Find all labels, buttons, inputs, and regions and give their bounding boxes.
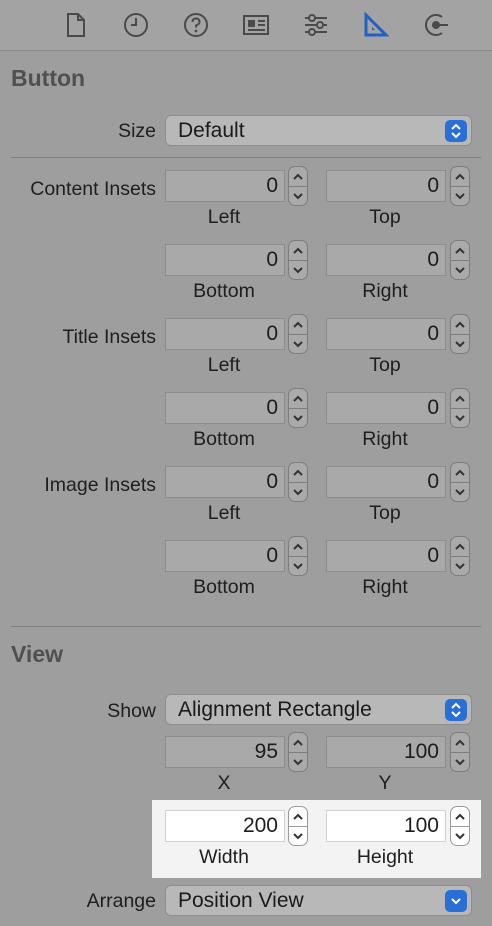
- content-insets-top-field[interactable]: 0: [326, 170, 446, 202]
- width-field[interactable]: 200: [165, 810, 285, 842]
- title-insets-left-caption: Left: [207, 354, 241, 376]
- title-insets-left-stepper[interactable]: [288, 314, 308, 354]
- image-insets-top-caption: Top: [369, 502, 401, 524]
- height-caption: Height: [356, 846, 414, 868]
- content-insets-bottom-caption: Bottom: [193, 280, 255, 302]
- content-insets-right-caption: Right: [362, 280, 408, 302]
- show-label: Show: [107, 700, 156, 722]
- arrange-popup-value: Position View: [178, 889, 304, 912]
- arrange-popup[interactable]: Position View: [165, 885, 472, 916]
- view-section-title: View: [11, 641, 63, 667]
- title-insets-label: Title Insets: [62, 326, 156, 348]
- section-divider: [11, 157, 481, 158]
- chevron-updown-icon: [445, 699, 467, 721]
- image-insets-bottom-field[interactable]: 0: [165, 540, 285, 572]
- title-insets-bottom-stepper[interactable]: [288, 388, 308, 428]
- title-insets-top-stepper[interactable]: [450, 314, 470, 354]
- content-insets-bottom-stepper[interactable]: [288, 240, 308, 280]
- y-stepper[interactable]: [450, 732, 470, 772]
- content-insets-right-field[interactable]: 0: [326, 244, 446, 276]
- content-insets-top-stepper[interactable]: [450, 166, 470, 206]
- file-icon[interactable]: [62, 11, 90, 39]
- content-insets-left-caption: Left: [207, 206, 241, 228]
- content-insets-top-caption: Top: [369, 206, 401, 228]
- image-insets-right-stepper[interactable]: [450, 536, 470, 576]
- image-insets-top-field[interactable]: 0: [326, 466, 446, 498]
- size-inspector-panel: Button Size Default Content Insets 0 Lef…: [0, 0, 492, 926]
- button-section-title: Button: [11, 65, 86, 91]
- y-field[interactable]: 100: [326, 736, 446, 768]
- image-insets-left-caption: Left: [207, 502, 241, 524]
- image-insets-label: Image Insets: [44, 474, 156, 496]
- content-insets-left-field[interactable]: 0: [165, 170, 285, 202]
- title-insets-right-stepper[interactable]: [450, 388, 470, 428]
- chevron-down-icon: [445, 890, 467, 912]
- size-popup-value: Default: [178, 119, 245, 142]
- title-insets-top-field[interactable]: 0: [326, 318, 446, 350]
- help-icon[interactable]: [182, 11, 210, 39]
- title-insets-right-field[interactable]: 0: [326, 392, 446, 424]
- image-insets-right-field[interactable]: 0: [326, 540, 446, 572]
- image-insets-right-caption: Right: [362, 576, 408, 598]
- show-popup[interactable]: Alignment Rectangle: [165, 694, 472, 725]
- attributes-icon[interactable]: [302, 11, 330, 39]
- show-popup-value: Alignment Rectangle: [178, 698, 372, 721]
- image-insets-bottom-caption: Bottom: [193, 576, 255, 598]
- section-divider: [11, 626, 481, 627]
- content-insets-bottom-field[interactable]: 0: [165, 244, 285, 276]
- connections-icon[interactable]: [422, 11, 450, 39]
- history-icon[interactable]: [122, 11, 150, 39]
- title-insets-right-caption: Right: [362, 428, 408, 450]
- x-field[interactable]: 95: [165, 736, 285, 768]
- image-insets-top-stepper[interactable]: [450, 462, 470, 502]
- inspector-toolbar: [0, 0, 492, 51]
- identity-icon[interactable]: [242, 11, 270, 39]
- image-insets-left-field[interactable]: 0: [165, 466, 285, 498]
- width-caption: Width: [199, 846, 249, 868]
- x-caption: X: [217, 772, 231, 794]
- content-insets-label: Content Insets: [30, 178, 156, 200]
- image-insets-bottom-stepper[interactable]: [288, 536, 308, 576]
- y-caption: Y: [378, 772, 392, 794]
- size-ruler-icon[interactable]: [362, 11, 390, 39]
- height-field[interactable]: 100: [326, 810, 446, 842]
- title-insets-top-caption: Top: [369, 354, 401, 376]
- title-insets-left-field[interactable]: 0: [165, 318, 285, 350]
- height-stepper[interactable]: [450, 806, 470, 846]
- size-label: Size: [118, 120, 156, 142]
- image-insets-left-stepper[interactable]: [288, 462, 308, 502]
- width-stepper[interactable]: [288, 806, 308, 846]
- title-insets-bottom-field[interactable]: 0: [165, 392, 285, 424]
- x-stepper[interactable]: [288, 732, 308, 772]
- title-insets-bottom-caption: Bottom: [193, 428, 255, 450]
- arrange-label: Arrange: [86, 890, 156, 912]
- content-insets-left-stepper[interactable]: [288, 166, 308, 206]
- size-popup[interactable]: Default: [165, 115, 472, 146]
- content-insets-right-stepper[interactable]: [450, 240, 470, 280]
- chevron-updown-icon: [445, 120, 467, 142]
